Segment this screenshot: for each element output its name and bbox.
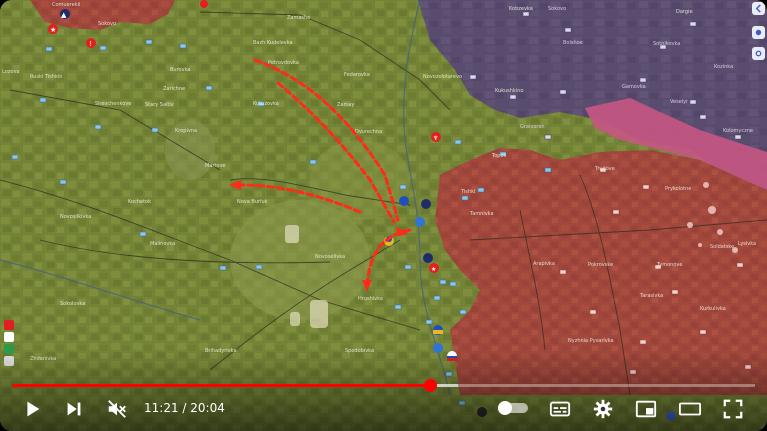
svg-text:Bazh Kudelevka: Bazh Kudelevka [253,40,293,46]
svg-text:Graivoron: Graivoron [520,124,545,130]
mute-button[interactable] [103,395,131,423]
svg-text:Bolshoe: Bolshoe [563,40,583,46]
svg-text:Kropivna: Kropivna [175,128,197,134]
svg-text:Lozova: Lozova [2,69,19,75]
svg-text:Nova Burluk: Nova Burluk [237,199,268,205]
svg-text:Zarichne: Zarichne [163,86,185,92]
video-player[interactable]: Comuerekli Zamashe Kobzevka Dargie Sokovo L… [0,0,767,431]
svg-text:Lysivka: Lysivka [738,241,756,247]
svg-text:Tymonove: Tymonove [656,262,682,268]
svg-text:Novozolotarevo: Novozolotarevo [423,74,462,80]
svg-text:Petrovdovka: Petrovdovka [268,60,299,66]
svg-text:Sotnikovka: Sotnikovka [653,41,680,47]
miniplayer-button[interactable] [632,395,660,423]
svg-text:Ruski Tishkin: Ruski Tishkin [30,74,62,80]
svg-text:Comuerekli: Comuerekli [52,2,80,8]
autoplay-toggle-icon [498,401,512,415]
svg-text:Novosilkivka: Novosilkivka [60,214,91,220]
svg-text:Tarasivka: Tarasivka [639,293,663,299]
svg-text:Trudove: Trudove [594,166,615,172]
arrow-left-icon [755,4,761,13]
gear-icon [593,399,613,419]
svg-text:Federovka: Federovka [344,72,370,78]
svg-text:Pokrovske: Pokrovske [588,262,613,268]
svg-text:Arapivka: Arapivka [533,261,555,267]
svg-text:Burovka: Burovka [170,67,190,73]
svg-text:Hrushivka: Hrushivka [358,296,383,302]
svg-text:Kurkulivka: Kurkulivka [700,306,726,312]
progress-scrubber[interactable] [424,379,438,392]
fullscreen-button[interactable] [719,395,747,423]
gear-icon [755,50,762,57]
svg-text:Stary Saltiv: Stary Saltiv [145,102,174,108]
volume-muted-icon [108,400,126,418]
svg-text:Dargie: Dargie [676,9,693,15]
duration: 20:04 [190,401,225,415]
theater-mode-button[interactable] [676,395,704,423]
time-display: 11:21 / 20:04 [144,401,225,415]
svg-text:Gamovka: Gamovka [622,84,646,90]
svg-text:Zamay: Zamay [337,102,354,108]
svg-text:Shevchenkove: Shevchenkove [95,101,131,107]
svg-text:Zamashe: Zamashe [287,15,310,21]
svg-text:Sokovo: Sokovo [98,21,116,27]
map-zoom-button[interactable] [752,26,765,39]
svg-text:Kutuzovka: Kutuzovka [253,101,279,107]
svg-text:Soldatske: Soldatske [710,244,734,250]
fullscreen-icon [723,399,743,419]
svg-text:Nyzhnia Pysarivka: Nyzhnia Pysarivka [568,338,614,344]
time-separator: / [178,401,191,415]
map-pin-icon [755,29,762,36]
svg-text:Tishki: Tishki [460,189,475,195]
svg-text:♆: ♆ [433,135,438,142]
svg-text:Novoselivka: Novoselivka [315,254,345,260]
svg-text:Topoli: Topoli [491,153,506,159]
subtitles-icon [549,401,571,417]
settings-button[interactable] [589,395,617,423]
autoplay-toggle[interactable] [498,401,528,415]
progress-played [12,384,431,387]
svg-text:Kolomyczne: Kolomyczne [723,128,753,134]
map-layers-button[interactable] [752,2,765,15]
svg-text:Dvurechna: Dvurechna [355,129,382,135]
play-icon [27,401,40,417]
svg-text:Kukushkino: Kukushkino [495,88,523,94]
svg-text:▲: ▲ [61,11,67,19]
svg-text:Tamnivka: Tamnivka [469,211,494,217]
svg-text:!: ! [89,40,92,48]
legend-red-swatch[interactable] [4,320,14,330]
svg-text:Sokolovka: Sokolovka [60,301,85,307]
progress-bar[interactable] [12,379,755,392]
svg-text:Kozinka: Kozinka [714,64,733,70]
next-icon [67,402,81,416]
next-button[interactable] [60,395,88,423]
legend-white-swatch[interactable] [4,332,14,342]
svg-text:Prykolotne: Prykolotne [665,186,691,192]
subtitles-button[interactable] [546,395,574,423]
svg-text:Sokovo: Sokovo [548,6,566,12]
theater-mode-icon [679,402,701,416]
miniplayer-icon [635,400,657,418]
svg-text:★: ★ [50,26,56,34]
svg-text:Kochetok: Kochetok [128,199,151,205]
svg-text:Martove: Martove [205,163,226,169]
svg-text:Kobzevka: Kobzevka [509,6,533,12]
map-options-button[interactable] [752,47,765,60]
svg-text:Veselyi: Veselyi [670,99,688,105]
svg-text:★: ★ [431,266,436,273]
play-button[interactable] [18,395,46,423]
svg-text:Malinovka: Malinovka [150,241,175,247]
current-time: 11:21 [144,401,179,415]
